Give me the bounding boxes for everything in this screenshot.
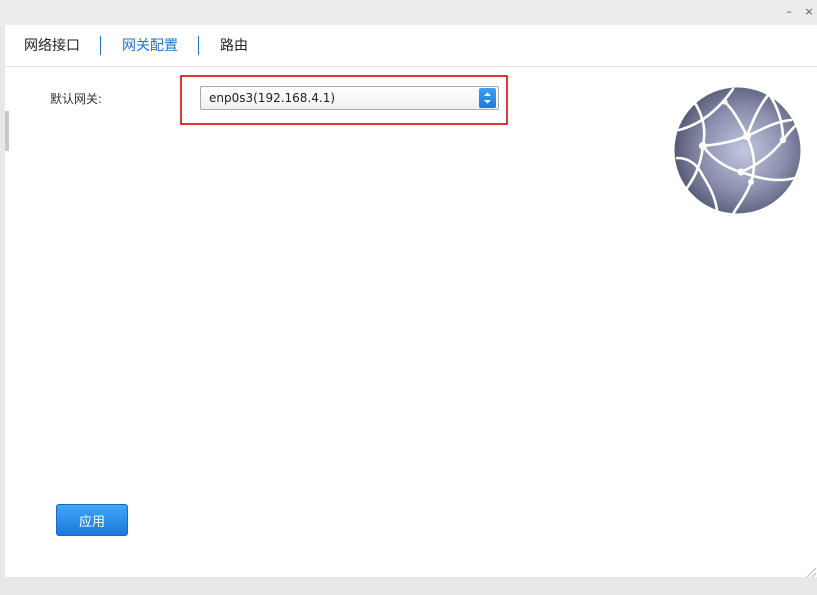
close-button[interactable]: × [803, 3, 815, 19]
left-edge-strip [5, 111, 9, 151]
default-gateway-label: 默认网关: [50, 92, 103, 106]
window-controls: – × [783, 1, 815, 21]
default-gateway-select[interactable]: enp0s3(192.168.4.1) [200, 86, 499, 110]
title-bar: – × [0, 0, 817, 25]
tab-separator [198, 36, 199, 55]
tab-separator [100, 36, 101, 55]
tab-bar: 网络接口 网关配置 路由 [5, 25, 817, 67]
apply-button[interactable]: 应用 [56, 504, 128, 536]
tab-gateway-config[interactable]: 网关配置 [122, 35, 178, 57]
network-globe-icon [673, 86, 802, 216]
minimize-button[interactable]: – [783, 3, 795, 19]
tab-routing[interactable]: 路由 [220, 35, 248, 57]
tab-network-interface[interactable]: 网络接口 [24, 35, 80, 57]
default-gateway-value: enp0s3(192.168.4.1) [209, 91, 336, 105]
gateway-config-window: 网络接口 网关配置 路由 默认网关: enp0s3(192.168.4.1) 应… [5, 25, 817, 578]
resize-grip-icon[interactable] [803, 563, 817, 578]
up-down-arrow-icon[interactable] [479, 88, 496, 108]
